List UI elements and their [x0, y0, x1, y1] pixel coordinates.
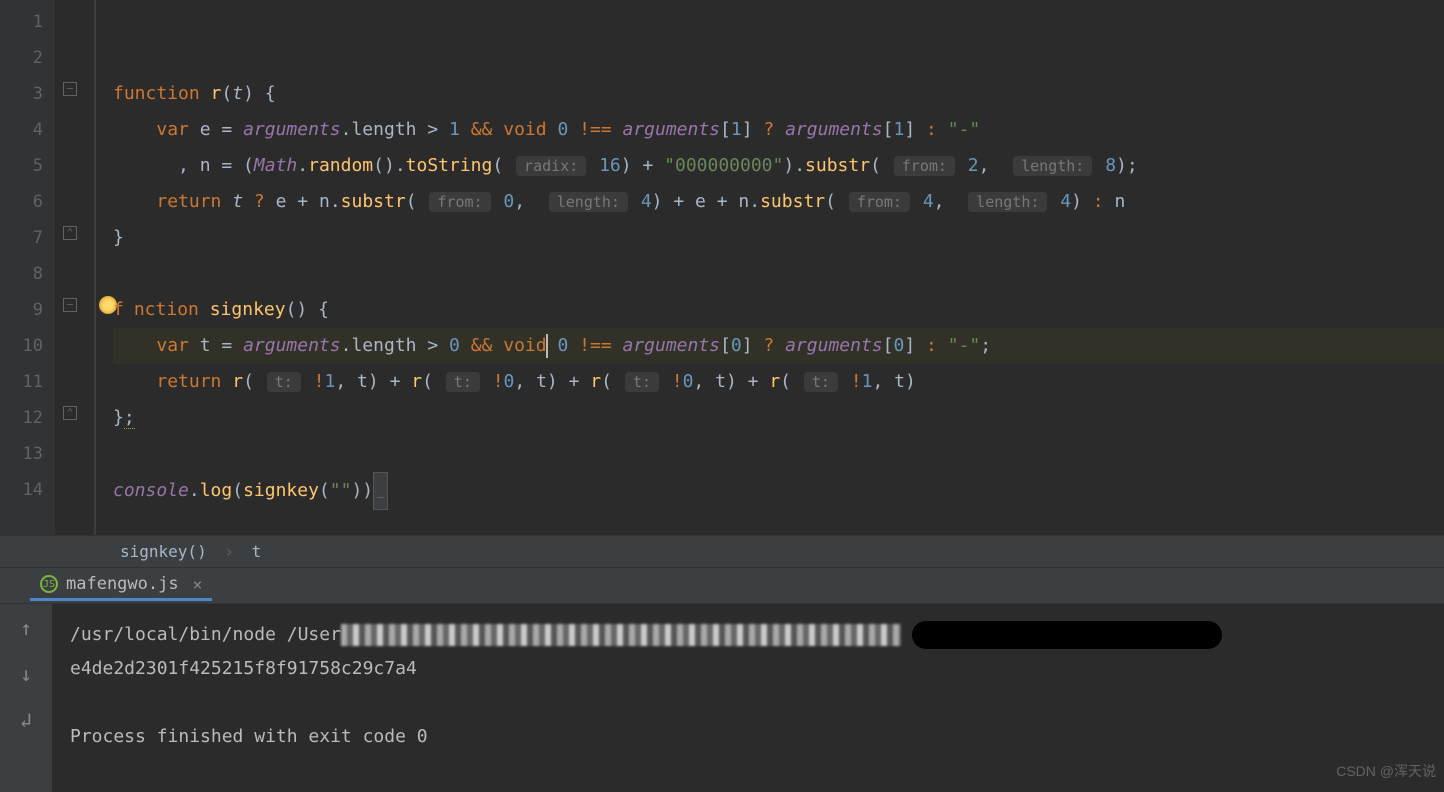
parameter-hint: length:	[968, 192, 1047, 212]
code-line[interactable]: var e = arguments.length > 1 && void 0 !…	[113, 112, 1444, 148]
line-number: 4	[0, 112, 43, 148]
line-number: 1	[0, 4, 43, 40]
run-toolbar: ↑ ↓ ↲	[0, 604, 52, 792]
breadcrumb[interactable]: signkey() › t	[0, 535, 1444, 567]
parameter-hint: t:	[625, 372, 659, 392]
console-line	[70, 686, 1426, 720]
console-line: e4de2d2301f425215f8f91758c29c7a4	[70, 652, 1426, 686]
down-arrow-icon[interactable]: ↓	[20, 662, 32, 686]
line-number: 3	[0, 76, 43, 112]
console-line: Process finished with exit code 0	[70, 720, 1426, 754]
breadcrumb-var[interactable]: t	[252, 542, 262, 561]
line-number-gutter: 1 2 3 4 5 6 7 8 9 10 11 12 13 14	[0, 0, 55, 535]
soft-wrap-icon[interactable]: ↲	[20, 708, 32, 732]
parameter-hint: from:	[849, 192, 910, 212]
code-editor[interactable]: 1 2 3 4 5 6 7 8 9 10 11 12 13 14 − ⌃ − ⌃…	[0, 0, 1444, 535]
line-number: 6	[0, 184, 43, 220]
run-tool-window: JS mafengwo.js × ↑ ↓ ↲ /usr/local/bin/no…	[0, 567, 1444, 792]
redacted-path	[341, 624, 901, 646]
code-area[interactable]: function r(t) { var e = arguments.length…	[95, 0, 1444, 535]
code-line[interactable]: return t ? e + n.substr( from: 0, length…	[113, 184, 1444, 220]
code-line-highlighted[interactable]: var t = arguments.length > 0 && void 0 !…	[113, 328, 1444, 364]
code-line[interactable]: fnction signkey() {	[113, 292, 1444, 328]
run-tab-bar: JS mafengwo.js ×	[0, 568, 1444, 604]
parameter-hint: length:	[1013, 156, 1092, 176]
line-number: 9	[0, 292, 43, 328]
code-line[interactable]: return r( t: !1, t) + r( t: !0, t) + r( …	[113, 364, 1444, 400]
fold-end-icon[interactable]: ⌃	[63, 226, 77, 240]
code-line[interactable]	[113, 436, 1444, 472]
code-line[interactable]	[113, 256, 1444, 292]
line-number: 11	[0, 364, 43, 400]
parameter-hint: from:	[429, 192, 490, 212]
nodejs-icon: JS	[40, 575, 58, 593]
code-line[interactable]	[113, 40, 1444, 76]
caret-indicator: _	[373, 472, 388, 510]
fold-toggle-icon[interactable]: −	[63, 298, 77, 312]
parameter-hint: t:	[267, 372, 301, 392]
run-tab-label: mafengwo.js	[66, 574, 179, 594]
line-number: 14	[0, 472, 43, 508]
code-line[interactable]: }	[113, 220, 1444, 256]
fold-toggle-icon[interactable]: −	[63, 82, 77, 96]
parameter-hint: from:	[894, 156, 955, 176]
parameter-hint: t:	[446, 372, 480, 392]
code-line[interactable]: console.log(signkey(""))_	[113, 472, 1444, 508]
line-number: 7	[0, 220, 43, 256]
chevron-right-icon: ›	[224, 542, 234, 561]
line-number: 13	[0, 436, 43, 472]
line-number: 10	[0, 328, 43, 364]
fold-end-icon[interactable]: ⌃	[63, 406, 77, 420]
parameter-hint: length:	[549, 192, 628, 212]
line-number: 5	[0, 148, 43, 184]
code-line[interactable]: , n = (Math.random().toString( radix: 16…	[113, 148, 1444, 184]
line-number: 12	[0, 400, 43, 436]
line-number: 8	[0, 256, 43, 292]
console-output[interactable]: /usr/local/bin/node /User e4de2d2301f425…	[52, 604, 1444, 792]
up-arrow-icon[interactable]: ↑	[20, 616, 32, 640]
parameter-hint: t:	[804, 372, 838, 392]
run-tab[interactable]: JS mafengwo.js ×	[30, 570, 212, 601]
line-number: 2	[0, 40, 43, 76]
redacted-block	[912, 621, 1222, 649]
fold-column: − ⌃ − ⌃	[55, 0, 95, 535]
close-icon[interactable]: ×	[193, 575, 203, 594]
breadcrumb-fn[interactable]: signkey()	[120, 542, 207, 561]
code-line[interactable]: function r(t) {	[113, 76, 1444, 112]
code-line[interactable]	[113, 4, 1444, 40]
parameter-hint: radix:	[516, 156, 586, 176]
text-cursor	[546, 334, 548, 358]
watermark: CSDN @浑天说	[1336, 754, 1436, 788]
code-line[interactable]: };	[113, 400, 1444, 436]
console-line: /usr/local/bin/node /User	[70, 618, 1426, 652]
